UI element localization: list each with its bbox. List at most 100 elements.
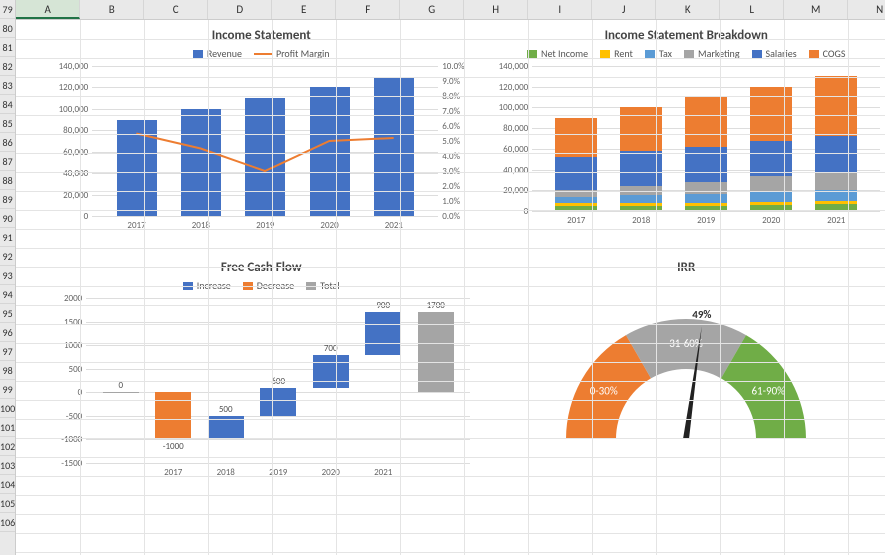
chart-irr[interactable]: IRR 0-30%31-60%61-90%49% bbox=[516, 260, 856, 510]
bar-segment bbox=[555, 197, 597, 203]
data-label: -1000 bbox=[163, 441, 184, 452]
row-header[interactable]: 91 bbox=[0, 228, 15, 247]
row-header[interactable]: 104 bbox=[0, 475, 15, 494]
column-header[interactable]: N bbox=[848, 0, 885, 19]
waterfall-bar bbox=[103, 392, 139, 393]
chart-income-breakdown[interactable]: Income Statement Breakdown Net IncomeRen… bbox=[486, 28, 885, 248]
row-header[interactable]: 101 bbox=[0, 418, 15, 437]
row-header[interactable]: 102 bbox=[0, 437, 15, 456]
bar-segment bbox=[555, 157, 597, 190]
row-header[interactable]: 82 bbox=[0, 57, 15, 76]
row-header[interactable]: 99 bbox=[0, 380, 15, 399]
chart-income-statement[interactable]: Income Statement Revenue Profit Margin 0… bbox=[46, 28, 476, 248]
chart-title: Income Statement Breakdown bbox=[486, 28, 885, 43]
swatch-icon bbox=[752, 50, 762, 58]
bar-segment bbox=[815, 172, 857, 191]
row-header[interactable]: 89 bbox=[0, 190, 15, 209]
waterfall-bar bbox=[365, 312, 401, 354]
y-axis-label: 120,000 bbox=[46, 82, 88, 93]
cells[interactable]: Income Statement Revenue Profit Margin 0… bbox=[16, 20, 885, 555]
y-axis-label: 80,000 bbox=[486, 123, 528, 134]
row-header[interactable]: 94 bbox=[0, 285, 15, 304]
column-header[interactable]: L bbox=[720, 0, 784, 19]
row-header[interactable]: 97 bbox=[0, 342, 15, 361]
row-header[interactable]: 95 bbox=[0, 304, 15, 323]
row-header[interactable]: 85 bbox=[0, 114, 15, 133]
category-label: 2018 bbox=[632, 215, 650, 226]
y2-axis-label: 5.0% bbox=[442, 136, 460, 147]
row-header[interactable]: 93 bbox=[0, 266, 15, 285]
chart-free-cash-flow[interactable]: Free Cash Flow IncreaseDecreaseTotal -15… bbox=[46, 260, 476, 510]
column-header[interactable]: I bbox=[528, 0, 592, 19]
swatch-icon bbox=[645, 50, 655, 58]
row-header[interactable]: 81 bbox=[0, 38, 15, 57]
waterfall-bar bbox=[313, 355, 349, 388]
row-header[interactable]: 79 bbox=[0, 0, 15, 19]
y-axis-label: 2000 bbox=[46, 293, 82, 304]
row-header[interactable]: 96 bbox=[0, 323, 15, 342]
column-header[interactable]: F bbox=[336, 0, 400, 19]
y-axis-label: 40,000 bbox=[46, 168, 88, 179]
y-axis-label: -500 bbox=[46, 411, 82, 422]
column-header[interactable]: E bbox=[272, 0, 336, 19]
row-header[interactable]: 105 bbox=[0, 494, 15, 513]
column-headers: ABCDEFGHIJKLMN bbox=[16, 0, 885, 20]
y-axis-label: 0 bbox=[486, 206, 528, 217]
column-header[interactable]: G bbox=[400, 0, 464, 19]
bar-segment bbox=[815, 201, 857, 204]
category-label: 2020 bbox=[762, 215, 780, 226]
bar-segment bbox=[750, 176, 792, 193]
y-axis-label: 0 bbox=[46, 387, 82, 398]
bar-segment bbox=[750, 192, 792, 201]
bar-segment bbox=[750, 202, 792, 205]
column-header[interactable]: K bbox=[656, 0, 720, 19]
swatch-icon bbox=[193, 50, 203, 58]
y-axis-label: 1500 bbox=[46, 317, 82, 328]
data-label: 500 bbox=[219, 404, 233, 415]
column-header[interactable]: B bbox=[80, 0, 144, 19]
swatch-icon bbox=[600, 50, 610, 58]
row-header[interactable]: 90 bbox=[0, 209, 15, 228]
bar-segment bbox=[750, 87, 792, 141]
plot-area: 020,00040,00060,00080,000100,000120,0001… bbox=[532, 66, 880, 226]
gauge-segment-label: 61-90% bbox=[752, 385, 786, 398]
y-axis-label: 500 bbox=[46, 364, 82, 375]
column-header[interactable]: C bbox=[144, 0, 208, 19]
row-header[interactable]: 80 bbox=[0, 19, 15, 38]
row-header[interactable]: 92 bbox=[0, 247, 15, 266]
row-header[interactable]: 87 bbox=[0, 152, 15, 171]
row-header[interactable]: 86 bbox=[0, 133, 15, 152]
y2-axis-label: 0.0% bbox=[442, 211, 460, 222]
y-axis-label: -1000 bbox=[46, 434, 82, 445]
y2-axis-label: 1.0% bbox=[442, 196, 460, 207]
column-header[interactable]: A bbox=[16, 0, 80, 19]
gauge: 0-30%31-60%61-90%49% bbox=[516, 279, 856, 479]
line-icon bbox=[254, 53, 272, 55]
y-axis-label: 120,000 bbox=[486, 82, 528, 93]
y-axis-label: 100,000 bbox=[486, 102, 528, 113]
row-headers: 7980818283848586878889909192939495969798… bbox=[0, 0, 16, 555]
grid-area: ABCDEFGHIJKLMN Income Statement Revenue … bbox=[16, 0, 885, 555]
row-header[interactable]: 98 bbox=[0, 361, 15, 380]
row-header[interactable]: 103 bbox=[0, 456, 15, 475]
spreadsheet: 7980818283848586878889909192939495969798… bbox=[0, 0, 885, 555]
category-label: 2019 bbox=[697, 215, 715, 226]
plot-area: 0-30%31-60%61-90%49% bbox=[516, 279, 856, 479]
row-header[interactable]: 84 bbox=[0, 95, 15, 114]
y-axis-label: 40,000 bbox=[486, 165, 528, 176]
bar-segment bbox=[815, 136, 857, 171]
swatch-icon bbox=[809, 50, 819, 58]
column-header[interactable]: J bbox=[592, 0, 656, 19]
y2-axis-label: 10.0% bbox=[442, 61, 464, 72]
bar-segment bbox=[815, 76, 857, 136]
y-axis-label: 140,000 bbox=[46, 61, 88, 72]
row-header[interactable]: 88 bbox=[0, 171, 15, 190]
column-header[interactable]: M bbox=[784, 0, 848, 19]
row-header[interactable]: 100 bbox=[0, 399, 15, 418]
column-header[interactable]: D bbox=[208, 0, 272, 19]
row-header[interactable]: 83 bbox=[0, 76, 15, 95]
column-header[interactable]: H bbox=[464, 0, 528, 19]
row-header[interactable]: 106 bbox=[0, 513, 15, 532]
y2-axis-label: 6.0% bbox=[442, 121, 460, 132]
category-label: 2017 bbox=[567, 215, 585, 226]
